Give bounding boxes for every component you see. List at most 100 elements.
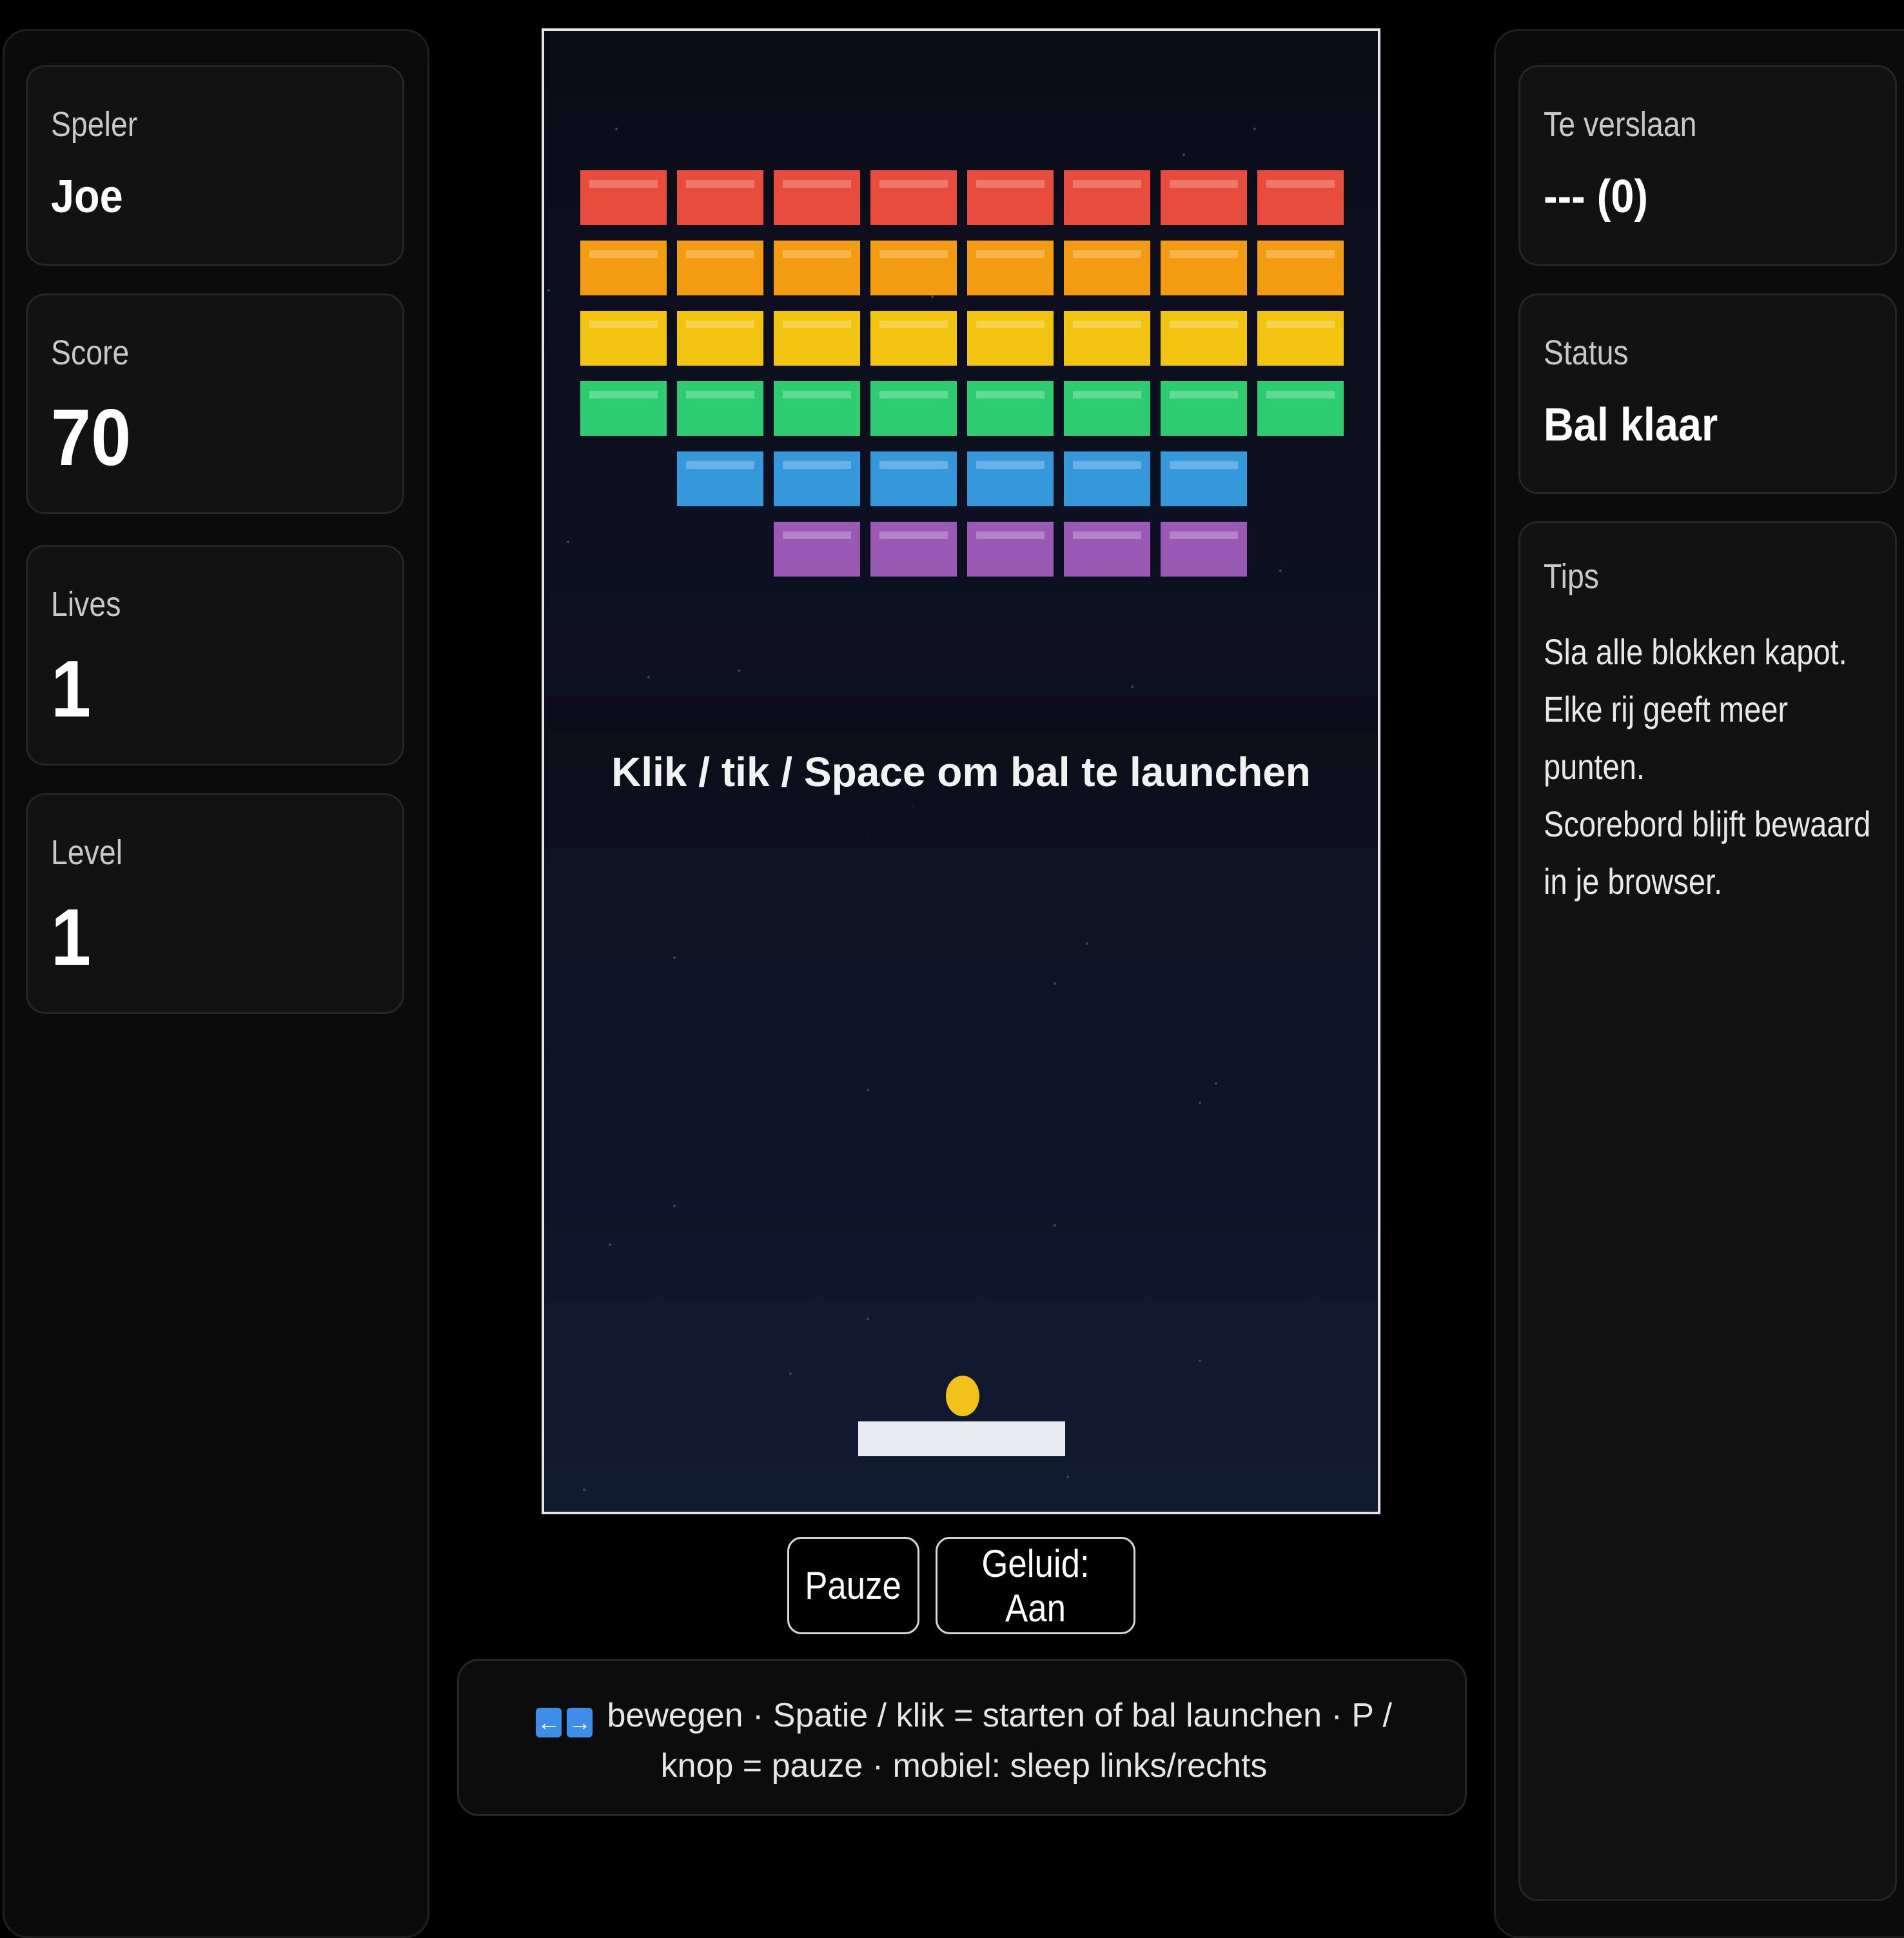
highscore-label: Te verslaan bbox=[1544, 105, 1697, 144]
star bbox=[547, 289, 550, 292]
brick bbox=[774, 311, 860, 366]
brick bbox=[1161, 522, 1247, 577]
tip-line: Elke rij geeft meer punten. bbox=[1544, 689, 1789, 787]
star bbox=[867, 1089, 869, 1091]
ball bbox=[946, 1376, 979, 1416]
level-label: Level bbox=[51, 833, 123, 872]
launch-banner: Klik / tik / Space om bal te launchen bbox=[544, 697, 1378, 847]
star bbox=[615, 128, 618, 130]
tips-card: Tips Sla alle blokken kapot. Elke rij ge… bbox=[1518, 521, 1897, 1901]
brick bbox=[967, 241, 1054, 295]
score-label: Score bbox=[51, 333, 130, 372]
star bbox=[1131, 686, 1134, 688]
controls-help: ← → bewegen · Spatie / klik = starten of … bbox=[457, 1659, 1467, 1816]
star bbox=[1066, 1476, 1069, 1478]
tips-label: Tips bbox=[1544, 557, 1600, 596]
brick bbox=[677, 451, 763, 506]
brick bbox=[1257, 381, 1344, 436]
star bbox=[567, 540, 569, 543]
brick bbox=[677, 311, 763, 366]
brick bbox=[870, 241, 957, 295]
brick bbox=[1161, 170, 1247, 225]
lives-value: 1 bbox=[51, 645, 92, 734]
brick bbox=[1064, 311, 1150, 366]
brick bbox=[1064, 451, 1150, 506]
player-name: Joe bbox=[51, 171, 123, 222]
controls-help-line: bewegen · Spatie / klik = starten of bal… bbox=[607, 1697, 1392, 1785]
star bbox=[867, 1318, 869, 1320]
brick bbox=[677, 241, 763, 295]
brick bbox=[774, 451, 860, 506]
brick bbox=[1161, 311, 1247, 366]
highscore-card: Te verslaan --- (0) bbox=[1518, 65, 1897, 266]
lives-card: Lives 1 bbox=[26, 545, 404, 766]
star bbox=[1279, 569, 1282, 572]
star bbox=[789, 1372, 792, 1375]
brick bbox=[870, 170, 957, 225]
sound-toggle-button[interactable]: Geluid: Aan bbox=[936, 1537, 1135, 1634]
controls-help-text: ← → bewegen · Spatie / klik = starten of … bbox=[498, 1690, 1430, 1791]
highscore-value: --- (0) bbox=[1544, 171, 1648, 222]
star bbox=[673, 956, 676, 959]
brick bbox=[774, 381, 860, 436]
brick bbox=[967, 522, 1054, 577]
brick bbox=[677, 170, 763, 225]
brick bbox=[774, 522, 860, 577]
brick bbox=[870, 311, 957, 366]
player-label: Speler bbox=[51, 105, 138, 144]
tip-line: Sla alle blokken kapot. bbox=[1544, 631, 1847, 672]
brick bbox=[1064, 381, 1150, 436]
score-card: Score 70 bbox=[26, 293, 404, 514]
sound-button-label: Geluid: Aan bbox=[981, 1541, 1090, 1630]
brick bbox=[580, 241, 667, 295]
game-canvas[interactable]: Klik / tik / Space om bal te launchen bbox=[542, 28, 1380, 1514]
brick bbox=[1161, 381, 1247, 436]
star bbox=[738, 669, 740, 672]
brick bbox=[1064, 241, 1150, 295]
status-card: Status Bal klaar bbox=[1518, 293, 1897, 494]
brick bbox=[1257, 241, 1344, 295]
brick bbox=[1161, 451, 1247, 506]
paddle[interactable] bbox=[858, 1421, 1065, 1456]
star bbox=[673, 1205, 676, 1207]
brick bbox=[774, 170, 860, 225]
status-label: Status bbox=[1544, 333, 1629, 372]
brick bbox=[580, 170, 667, 225]
star bbox=[1054, 1224, 1056, 1227]
star bbox=[1199, 1102, 1201, 1104]
tip-line: Scorebord blijft bewaard in je browser. bbox=[1544, 804, 1871, 902]
status-value: Bal klaar bbox=[1544, 399, 1718, 451]
brick bbox=[580, 381, 667, 436]
star bbox=[1253, 128, 1256, 130]
brick bbox=[967, 311, 1054, 366]
lives-label: Lives bbox=[51, 585, 121, 624]
score-value: 70 bbox=[51, 393, 132, 482]
star bbox=[931, 295, 934, 298]
brick bbox=[774, 241, 860, 295]
launch-banner-text: Klik / tik / Space om bal te launchen bbox=[611, 749, 1311, 795]
brick bbox=[870, 381, 957, 436]
star bbox=[1215, 1082, 1217, 1085]
player-card: Speler Joe bbox=[26, 65, 404, 266]
star bbox=[1183, 153, 1185, 156]
star bbox=[1199, 1360, 1201, 1362]
star bbox=[1086, 942, 1088, 945]
brick bbox=[1257, 170, 1344, 225]
star bbox=[583, 1488, 585, 1491]
right-arrow-icon: → bbox=[567, 1708, 593, 1737]
brick bbox=[1161, 241, 1247, 295]
left-arrow-icon: ← bbox=[536, 1708, 562, 1737]
brick bbox=[967, 170, 1054, 225]
star bbox=[609, 1243, 611, 1246]
pause-button[interactable]: Pauze bbox=[787, 1537, 919, 1634]
pause-button-label: Pauze bbox=[805, 1564, 902, 1607]
brick bbox=[870, 451, 957, 506]
brick bbox=[1257, 311, 1344, 366]
brick bbox=[580, 311, 667, 366]
star bbox=[1054, 982, 1056, 985]
brick bbox=[1064, 522, 1150, 577]
star bbox=[647, 676, 650, 678]
brick bbox=[677, 381, 763, 436]
level-card: Level 1 bbox=[26, 793, 404, 1014]
brick bbox=[967, 451, 1054, 506]
